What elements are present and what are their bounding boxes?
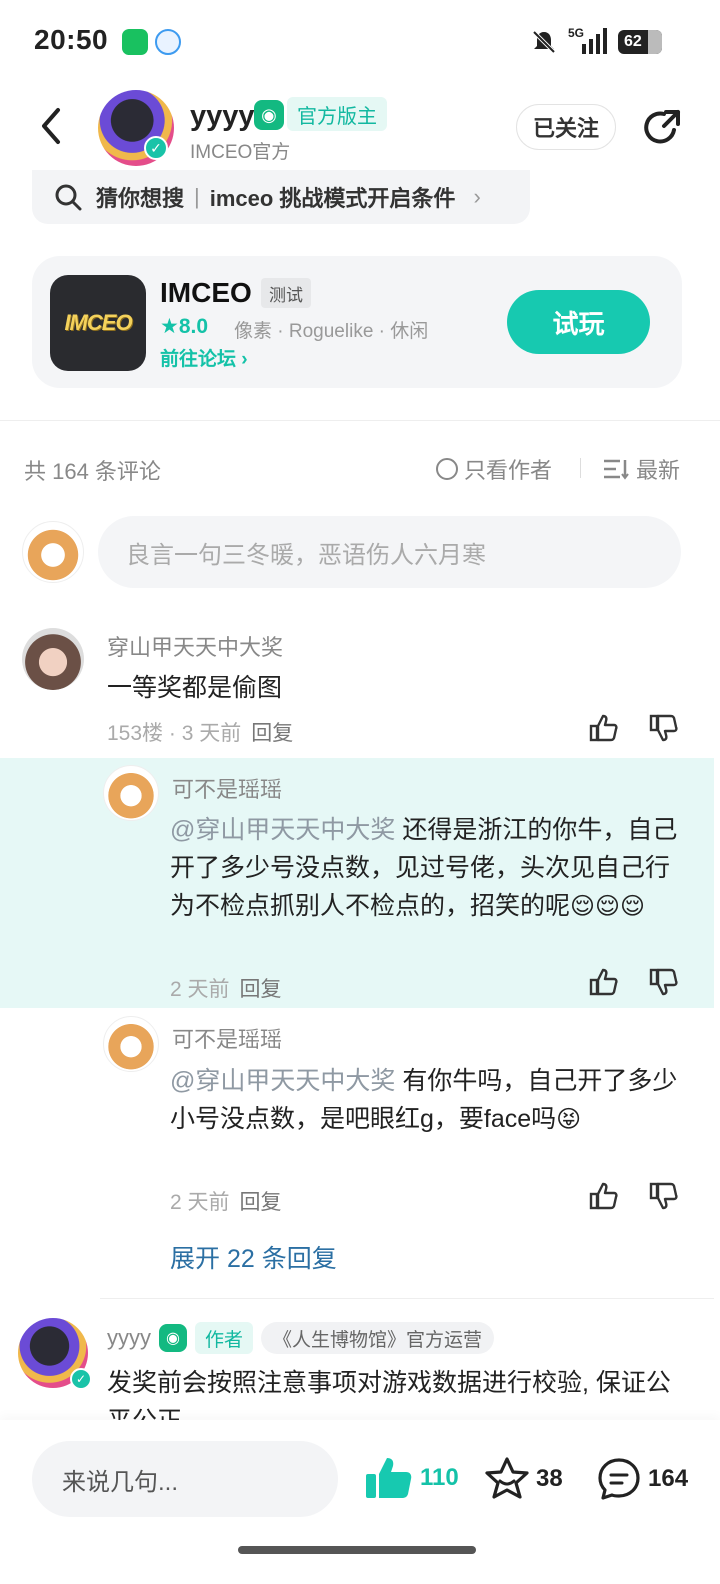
back-icon[interactable]: [36, 106, 66, 146]
comment-meta: 153楼 · 3 天前 回复: [107, 722, 294, 745]
like-count: 110: [420, 1464, 459, 1491]
mention[interactable]: @穿山甲天天中大奖: [170, 1067, 395, 1095]
comment-author[interactable]: yyyy: [107, 1325, 151, 1351]
battery-indicator: 62: [618, 30, 662, 54]
signal-icon: [582, 28, 607, 54]
avatar[interactable]: [22, 628, 84, 690]
game-controller-icon: ◉: [159, 1324, 187, 1352]
chevron-right-icon: ›: [473, 184, 481, 209]
search-icon: [55, 184, 82, 211]
comment-header: yyyy ◉ 作者 《人生博物馆》官方运营: [107, 1322, 495, 1354]
divider: [580, 458, 581, 478]
reply-author[interactable]: 可不是瑶瑶: [172, 772, 282, 804]
reply-input[interactable]: 来说几句...: [32, 1441, 338, 1517]
subtitle: IMCEO官方: [190, 142, 291, 163]
official-tag: 官方版主: [287, 97, 387, 131]
mute-bell-icon: [532, 30, 556, 54]
reply-button[interactable]: 回复: [240, 978, 282, 1001]
comment-text: 一等奖都是偷图: [107, 674, 283, 702]
avatar[interactable]: [103, 765, 159, 821]
comment-count-bottom: 164: [648, 1465, 689, 1492]
divider: [0, 420, 720, 421]
game-genres: 像素 · Roguelike · 休闲: [234, 321, 429, 342]
thumbs-up-filled-icon: [366, 1458, 412, 1498]
search-suggestion[interactable]: 猜你想搜 | imceo 挑战模式开启条件 ›: [32, 170, 530, 224]
search-separator: |: [194, 184, 200, 209]
sort-toggle[interactable]: 最新: [604, 453, 680, 485]
follow-button[interactable]: 已关注: [516, 104, 616, 150]
thumbs-up-icon[interactable]: [588, 712, 620, 744]
emoji: 😝: [556, 1106, 582, 1133]
verified-icon: ✓: [70, 1368, 92, 1390]
reply-text: @穿山甲天天中大奖 有你牛吗，自己开了多少小号没点数，是吧眼红g，要face吗😝: [170, 1067, 678, 1133]
expand-replies-button[interactable]: 展开 22 条回复: [170, 1239, 337, 1275]
reply-button[interactable]: 回复: [251, 722, 293, 745]
test-tag: 测试: [261, 278, 311, 308]
my-avatar: [22, 521, 84, 583]
radio-icon: [436, 458, 458, 480]
comment-count: 共 164 条评论: [24, 459, 161, 484]
wechat-icon: [122, 29, 148, 55]
comment-icon: [598, 1458, 640, 1500]
mention[interactable]: @穿山甲天天中大奖: [170, 816, 395, 844]
search-guess-label: 猜你想搜: [96, 186, 185, 211]
star-icon: ★: [160, 315, 179, 338]
forum-link[interactable]: 前往论坛 ›: [160, 344, 248, 371]
divider: [100, 1298, 714, 1299]
share-icon[interactable]: [640, 106, 684, 150]
game-controller-icon: ◉: [254, 100, 284, 130]
reply-author[interactable]: 可不是瑶瑶: [172, 1022, 282, 1054]
reply-meta: 2 天前 回复: [170, 978, 282, 1001]
play-button[interactable]: 试玩: [507, 290, 650, 354]
search-query: imceo 挑战模式开启条件: [209, 186, 456, 211]
thumbs-up-icon[interactable]: [588, 1180, 620, 1212]
verified-icon: ✓: [144, 136, 168, 160]
comment-button[interactable]: 164: [596, 1456, 688, 1502]
sort-icon: [604, 459, 629, 480]
comment-input[interactable]: 良言一句三冬暖，恶语伤人六月寒: [98, 516, 681, 588]
reply-text: @穿山甲天天中大奖 还得是浙江的你牛，自己开了多少号没点数，见过号佬，头次见自己…: [170, 816, 678, 920]
reply-button[interactable]: 回复: [240, 1191, 282, 1214]
thumbs-down-icon[interactable]: [648, 712, 680, 744]
avatar[interactable]: [103, 1016, 159, 1072]
home-indicator[interactable]: [238, 1546, 476, 1554]
page-title: yyyy: [190, 100, 255, 132]
game-rating: ★8.0: [160, 315, 209, 338]
game-icon[interactable]: IMCEO: [50, 275, 146, 371]
chevron-right-icon: ›: [241, 349, 248, 370]
comment-author[interactable]: 穿山甲天天中大奖: [107, 630, 283, 662]
status-time: 20:50: [34, 24, 109, 55]
star-icon: [485, 1457, 529, 1499]
reply-meta: 2 天前 回复: [170, 1191, 282, 1214]
favorite-button[interactable]: 38: [484, 1456, 563, 1502]
author-only-toggle[interactable]: 只看作者: [436, 453, 552, 485]
favorite-count: 38: [536, 1465, 563, 1492]
author-tag: 作者: [195, 1322, 254, 1354]
ops-tag: 《人生博物馆》官方运营: [261, 1322, 495, 1354]
thumbs-down-icon[interactable]: [648, 1180, 680, 1212]
emoji: 😌😌😌: [570, 893, 646, 920]
qq-icon: [155, 29, 181, 55]
like-button[interactable]: 110: [366, 1456, 459, 1500]
thumbs-up-icon[interactable]: [588, 966, 620, 998]
game-title: IMCEO: [160, 277, 252, 308]
thumbs-down-icon[interactable]: [648, 966, 680, 998]
